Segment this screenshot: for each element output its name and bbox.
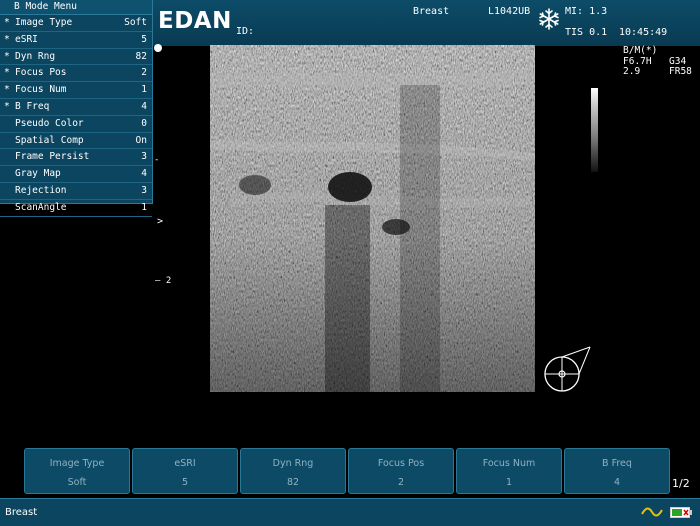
menu-item-spatial-comp[interactable]: Spatial Comp On [0,133,152,150]
menu-item-dyn-rng[interactable]: * Dyn Rng 82 [0,49,152,66]
menu-item-label: eSRI [15,33,38,45]
softkey-title: Dyn Rng [272,458,314,469]
softkey-value: 4 [613,477,621,488]
softkey-bar: Image Type Soft eSRI 5 Dyn Rng 82 Focus Pos… [0,446,700,494]
grayscale-bar [591,88,598,172]
page-indicator[interactable]: 1/2 [672,477,690,490]
status-exam-label: Breast [5,507,38,518]
menu-item-label: Focus Pos [15,67,67,79]
menu-item-value: 1 [141,201,147,213]
menu-item-focus-num[interactable]: * Focus Num 1 [0,82,152,99]
menu-item-label: Spatial Comp [15,134,84,146]
patient-id-label: ID: [236,26,255,37]
menu-item-image-type[interactable]: * Image Type Soft [0,15,152,32]
menu-title: B Mode Menu [0,0,152,15]
softkey-image-type[interactable]: Image Type Soft [24,448,130,494]
menu-item-esri[interactable]: * eSRI 5 [0,32,152,49]
softkey-title: Focus Num [482,458,536,469]
menu-item-label: Pseudo Color [15,117,84,129]
frame-rate-value: FR58 [669,66,692,77]
menu-item-label: Gray Map [15,168,61,180]
menu-item-pseudo-color[interactable]: Pseudo Color 0 [0,116,152,133]
clock-time: 10:45:49 [619,27,668,38]
menu-item-b-freq[interactable]: * B Freq 4 [0,99,152,116]
softkey-value: 5 [181,477,189,488]
menu-item-scan-angle[interactable]: ScanAngle 1 [0,200,152,217]
softkey-dyn-rng[interactable]: Dyn Rng 82 [240,448,346,494]
menu-item-value: On [135,134,147,146]
menu-item-value: 5 [141,33,147,45]
imaging-mode: B/M(*) [623,45,658,56]
depth-scale-label: — 2 [155,276,172,286]
b-mode-menu: B Mode Menu * Image Type Soft * eSRI 5 * Dyn … [0,0,153,217]
menu-item-value: Soft [124,17,147,28]
menu-item-frame-persist[interactable]: Frame Persist 3 [0,149,152,167]
softkey-value: 1 [505,477,513,488]
modified-marker: * [4,84,10,96]
modified-marker: * [4,17,10,28]
menu-item-label: Rejection [15,184,67,196]
modified-marker: * [4,33,10,45]
softkey-title: Focus Pos [377,458,425,469]
softkey-title: Image Type [49,458,105,469]
ultrasound-texture [210,45,535,392]
softkey-value: 82 [286,477,300,488]
softkey-focus-num[interactable]: Focus Num 1 [456,448,562,494]
menu-item-label: Dyn Rng [15,50,56,62]
menu-item-value: 1 [141,84,147,96]
image-parameters: B/M(*) F6.7H G34 2.9 FR58 [623,45,695,78]
menu-item-label: B Freq [15,100,50,112]
menu-item-value: 82 [135,50,147,62]
status-bar: Breast [0,498,700,526]
exam-type: Breast [413,6,450,17]
menu-item-value: 4 [141,100,147,112]
depth-value: 2.9 [623,66,641,77]
softkey-title: B Freq [602,458,632,469]
menu-item-gray-map[interactable]: Gray Map 4 [0,166,152,183]
orientation-marker [154,44,162,52]
frequency-value: F6.7H [623,55,652,67]
menu-item-label: ScanAngle [15,201,67,213]
softkey-b-freq[interactable]: B Freq 4 [564,448,670,494]
probe-orientation-icon [544,346,591,392]
menu-item-value: 0 [141,117,147,129]
modified-marker: * [4,50,10,62]
mechanical-index: MI: 1.3 [565,6,608,17]
modified-marker: * [4,67,10,79]
edan-logo: EDAN [158,8,232,34]
menu-item-label: Image Type [15,17,73,28]
softkey-value: Soft [67,477,87,488]
depth-tick: - [154,155,160,165]
menu-item-value: 3 [141,151,147,163]
wave-icon [641,507,663,517]
menu-item-value: 3 [141,184,147,196]
snowflake-icon [539,8,559,30]
ultrasound-image[interactable] [210,45,535,392]
battery-icon [670,507,692,518]
focus-position-marker: > [157,216,164,227]
menu-item-label: Frame Persist [15,151,90,163]
modified-marker: * [4,100,10,112]
softkey-title: eSRI [174,458,196,469]
menu-item-value: 2 [141,67,147,79]
menu-item-label: Focus Num [15,84,67,96]
probe-name: L1042UB [488,6,531,17]
thermal-index: TIS 0.1 [565,27,608,38]
menu-item-focus-pos[interactable]: * Focus Pos 2 [0,65,152,83]
menu-item-value: 4 [141,168,147,180]
softkey-focus-pos[interactable]: Focus Pos 2 [348,448,454,494]
softkey-value: 2 [397,477,405,488]
menu-item-rejection[interactable]: Rejection 3 [0,183,152,200]
softkey-esri[interactable]: eSRI 5 [132,448,238,494]
